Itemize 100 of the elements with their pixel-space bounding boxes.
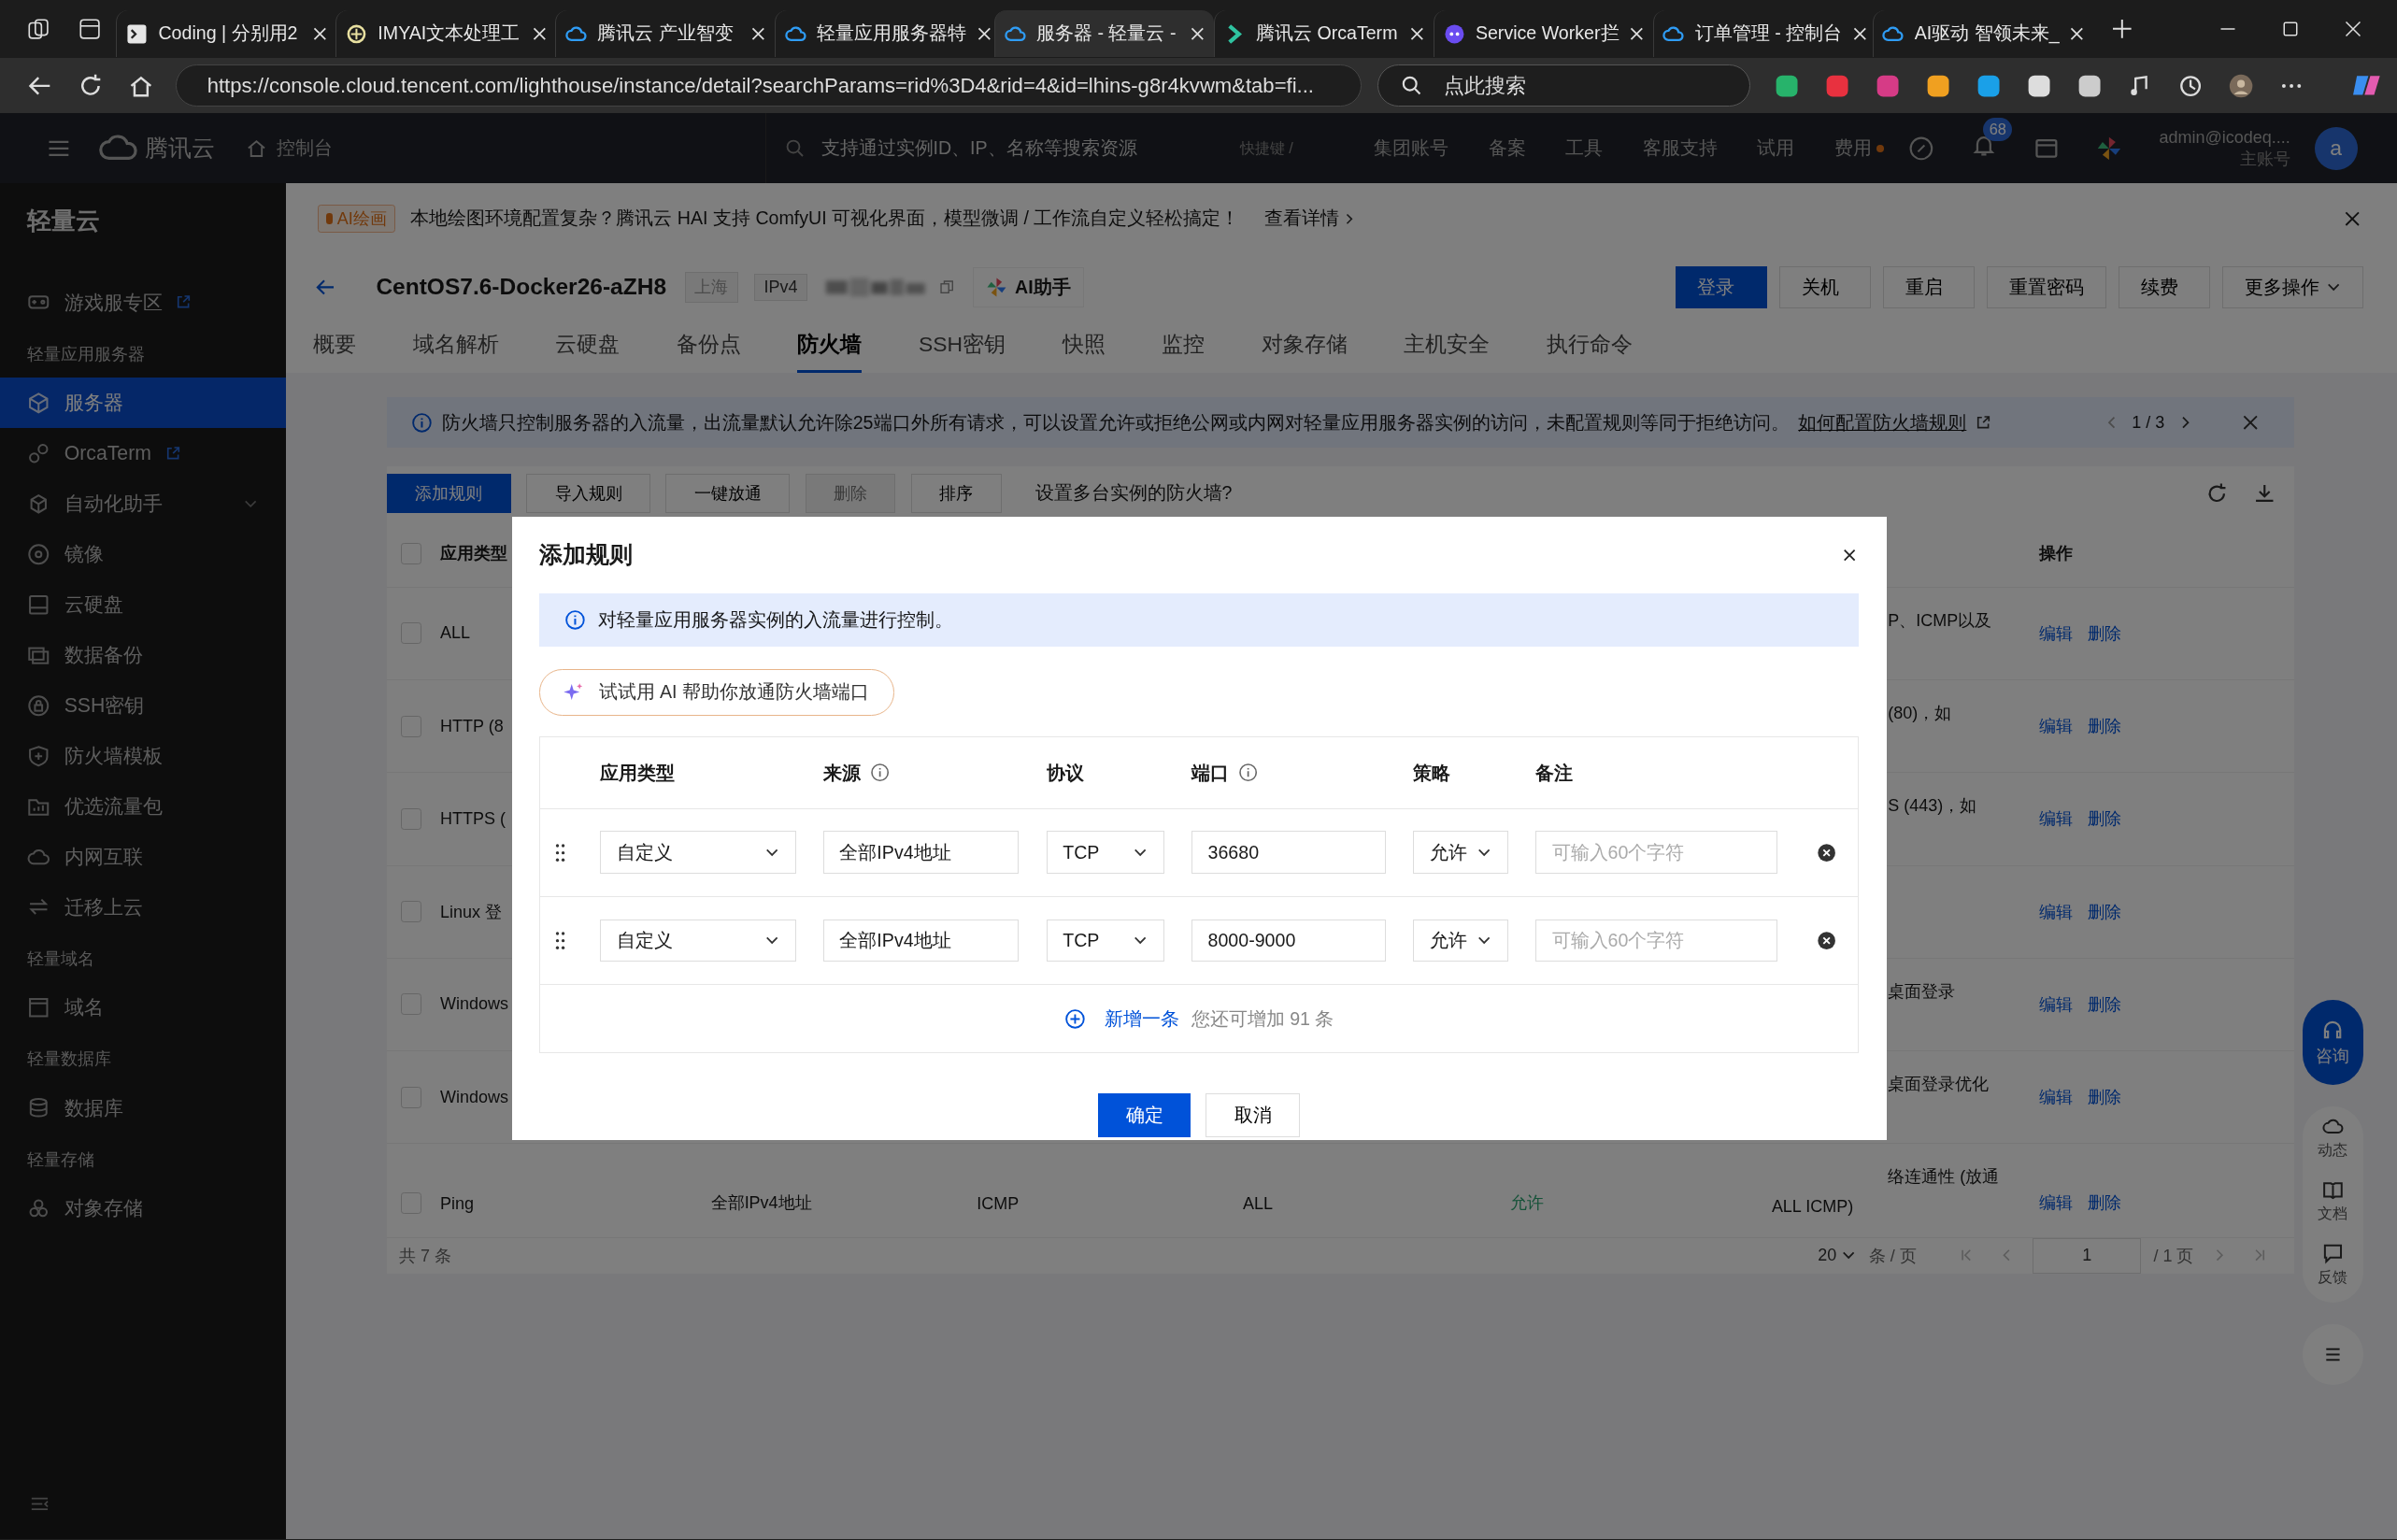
policy-select[interactable]: 允许: [1413, 831, 1508, 875]
profile-icon[interactable]: [2228, 73, 2253, 98]
tab-actions-icon[interactable]: [78, 17, 103, 42]
row-action-link[interactable]: 删除: [2088, 900, 2122, 923]
sidebar-item[interactable]: 自动化助手: [0, 478, 286, 529]
tab[interactable]: 云硬盘: [555, 321, 621, 373]
tab[interactable]: 概要: [313, 321, 357, 373]
info-icon[interactable]: [1238, 763, 1259, 783]
row-checkbox[interactable]: [400, 1086, 422, 1108]
extension-icon[interactable]: [1925, 73, 1951, 98]
select-all-checkbox[interactable]: [400, 542, 422, 564]
remove-icon[interactable]: [1817, 842, 1837, 863]
brand-name[interactable]: 腾讯云: [145, 133, 216, 164]
tab[interactable]: 域名解析: [412, 321, 499, 373]
address-bar[interactable]: https://console.cloud.tencent.com/lighthouse/instance/detail?searchParams=rid%3D4&rid=4&id=lhins-g8r4kvwm&tab=fi...: [176, 64, 1363, 107]
sidebar-item[interactable]: 防火墙模板: [0, 730, 286, 781]
row-action-link[interactable]: 删除: [2088, 807, 2122, 831]
tab[interactable]: 防火墙: [797, 321, 863, 373]
protocol-select[interactable]: TCP: [1046, 919, 1164, 962]
source-field[interactable]: 全部IPv4地址: [823, 919, 1020, 962]
row-checkbox[interactable]: [400, 807, 422, 830]
sidebar-item[interactable]: 云硬盘: [0, 578, 286, 630]
browser-tab[interactable]: IMYAI文本处理工: [335, 10, 556, 57]
row-checkbox[interactable]: [400, 622, 422, 645]
sidebar-item[interactable]: 内网互联: [0, 831, 286, 882]
browser-tab[interactable]: 服务器 - 轻量云 -: [993, 10, 1214, 57]
toolbar-button[interactable]: 添加规则: [386, 473, 511, 514]
search-field[interactable]: 支持通过实例ID、IP、名称等搜索资源: [764, 113, 1218, 184]
row-action-link[interactable]: 删除: [2088, 1191, 2122, 1214]
port-field[interactable]: 36680: [1191, 831, 1386, 875]
protocol-select[interactable]: TCP: [1046, 831, 1164, 875]
sidebar-item[interactable]: 迁移上云: [0, 881, 286, 933]
history-icon[interactable]: [2177, 73, 2203, 98]
nav-link[interactable]: 试用: [1757, 135, 1795, 162]
row-action-link[interactable]: 删除: [2088, 1086, 2122, 1109]
tab[interactable]: 监控: [1162, 321, 1205, 373]
sidebar-item[interactable]: 域名: [0, 982, 286, 1034]
workspaces-icon[interactable]: [25, 17, 50, 42]
remove-icon[interactable]: [1817, 930, 1837, 951]
toolbar-button[interactable]: 排序: [910, 473, 1002, 514]
search-field[interactable]: 点此搜索: [1377, 64, 1750, 107]
drag-handle-icon[interactable]: [554, 930, 567, 951]
tab[interactable]: 主机安全: [1404, 321, 1491, 373]
page-input[interactable]: 1: [2032, 1237, 2142, 1274]
extension-icon[interactable]: [1775, 73, 1800, 98]
row-checkbox[interactable]: [400, 715, 422, 737]
pinwheel-icon[interactable]: [2096, 135, 2123, 162]
row-checkbox[interactable]: [400, 993, 422, 1016]
browser-tab[interactable]: 腾讯云 OrcaTerm: [1213, 10, 1434, 57]
action-button[interactable]: 更多操作: [2222, 265, 2363, 309]
port-field[interactable]: 8000-9000: [1191, 919, 1386, 962]
help-item[interactable]: 反馈: [2318, 1242, 2348, 1288]
row-action-link[interactable]: 编辑: [2039, 807, 2074, 831]
browser-tab[interactable]: Service Worker拦: [1433, 10, 1653, 57]
multi-instance-link[interactable]: 设置多台实例的防火墙?: [1034, 480, 1233, 506]
help-item[interactable]: 动态: [2318, 1116, 2348, 1162]
sidebar-item[interactable]: 优选流量包: [0, 780, 286, 832]
maximize-icon[interactable]: [2282, 21, 2300, 38]
help-link[interactable]: 如何配置防火墙规则: [1798, 409, 1967, 435]
browser-tab[interactable]: 轻量应用服务器特: [775, 10, 994, 57]
action-button[interactable]: 登录: [1675, 265, 1767, 309]
row-action-link[interactable]: 删除: [2088, 621, 2122, 645]
row-action-link[interactable]: 删除: [2088, 992, 2122, 1016]
browser-tab[interactable]: 腾讯云 产业智变: [555, 10, 775, 57]
action-button[interactable]: 关机: [1778, 265, 1871, 309]
policy-select[interactable]: 允许: [1413, 919, 1508, 962]
nav-link[interactable]: 集团账号: [1374, 135, 1449, 162]
tab[interactable]: 备份点: [676, 321, 741, 373]
sidebar-item[interactable]: 数据备份: [0, 629, 286, 680]
row-action-link[interactable]: 删除: [2088, 715, 2122, 738]
sidebar-item[interactable]: 服务器: [0, 378, 286, 429]
help-item[interactable]: 文档: [2318, 1178, 2348, 1224]
row-action-link[interactable]: 编辑: [2039, 992, 2074, 1016]
remark-field[interactable]: 可输入60个字符: [1535, 919, 1777, 962]
avatar[interactable]: a: [2314, 126, 2358, 170]
sidebar-item[interactable]: OrcaTerm: [0, 428, 286, 478]
action-button[interactable]: 重启: [1883, 265, 1976, 309]
row-action-link[interactable]: 编辑: [2039, 900, 2074, 923]
confirm-button[interactable]: 确定: [1098, 1092, 1191, 1137]
row-action-link[interactable]: 编辑: [2039, 621, 2074, 645]
action-button[interactable]: 续费: [2119, 265, 2211, 309]
row-action-link[interactable]: 编辑: [2039, 1191, 2074, 1214]
sidebar-item[interactable]: SSH密钥: [0, 679, 286, 731]
ai-help-button[interactable]: 试试用 AI 帮助你放通防火墙端口: [539, 669, 895, 716]
copy-icon[interactable]: [938, 279, 955, 295]
nav-link[interactable]: 备案: [1489, 135, 1526, 162]
cancel-button[interactable]: 取消: [1206, 1092, 1301, 1137]
app-type-select[interactable]: 自定义: [600, 919, 796, 962]
row-action-link[interactable]: 编辑: [2039, 1086, 2074, 1109]
new-tab-icon[interactable]: [2113, 20, 2132, 38]
app-type-select[interactable]: 自定义: [600, 831, 796, 875]
details-link[interactable]: 查看详情: [1263, 206, 1339, 232]
tab[interactable]: 执行命令: [1546, 321, 1633, 373]
sidebar-item[interactable]: 镜像: [0, 528, 286, 579]
add-row-link[interactable]: 新增一条: [1104, 1005, 1179, 1032]
close-icon[interactable]: [1842, 547, 1858, 563]
sidebar-item[interactable]: 对象存储: [0, 1182, 286, 1233]
source-field[interactable]: 全部IPv4地址: [823, 831, 1020, 875]
tab[interactable]: SSH密钥: [918, 321, 1006, 373]
browser-tab[interactable]: Coding | 分别用2: [116, 10, 336, 57]
